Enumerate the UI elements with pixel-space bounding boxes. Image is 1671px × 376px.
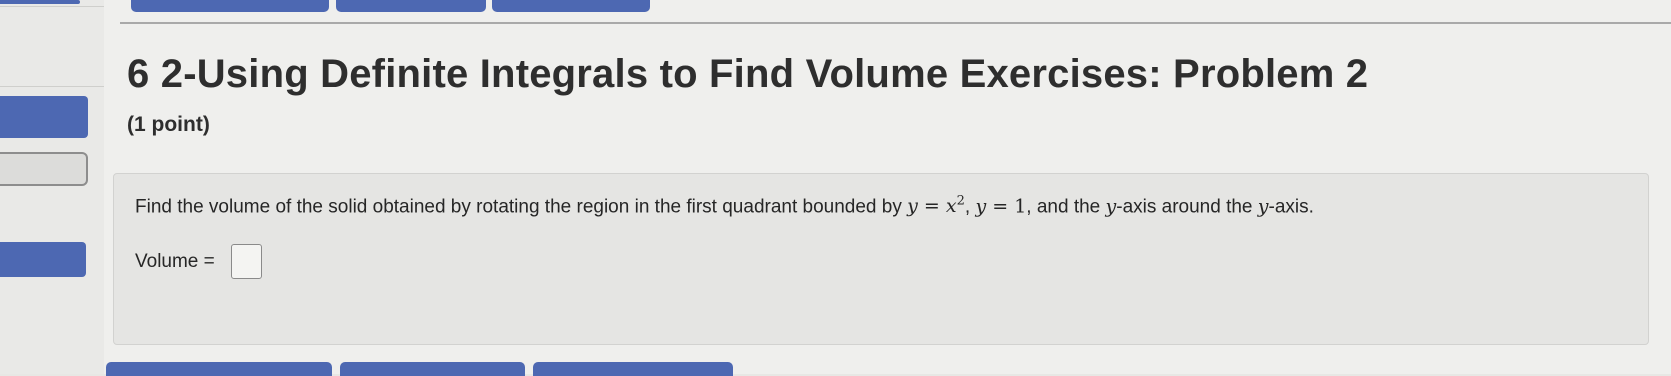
problem-statement: Find the volume of the solid obtained by…: [135, 194, 1314, 218]
statement-text: -axis.: [1268, 196, 1314, 218]
left-sidebar: [0, 0, 104, 374]
eq2-lhs: y: [975, 195, 987, 218]
point-value: (1 point): [127, 113, 210, 136]
statement-separator: ,: [964, 196, 976, 218]
nav-button-top-1[interactable]: [131, 0, 329, 12]
sidebar-divider: [0, 86, 104, 87]
sidebar-divider: [0, 6, 104, 7]
statement-text: Find the volume of the solid obtained by…: [135, 196, 908, 218]
eq1-rhs: x: [945, 195, 957, 218]
sidebar-button-top[interactable]: [0, 0, 80, 4]
equation-2: y = 1: [975, 195, 1027, 218]
axis-variable: y: [1257, 195, 1269, 218]
nav-button-top-3[interactable]: [492, 0, 650, 12]
header-border: [120, 22, 1671, 24]
equation-1: y = x2: [907, 194, 965, 218]
sidebar-button-1[interactable]: [0, 96, 88, 138]
answer-label: Volume =: [135, 251, 215, 272]
eq1-exponent: 2: [956, 194, 965, 209]
sidebar-button-2[interactable]: [0, 152, 88, 186]
statement-text: , and the: [1026, 196, 1106, 218]
eq2-rhs: 1: [1014, 195, 1027, 218]
sidebar-button-3[interactable]: [0, 242, 86, 277]
eq1-lhs: y: [907, 195, 918, 218]
volume-answer-input[interactable]: [231, 244, 262, 279]
statement-text: -axis around the: [1116, 196, 1258, 218]
nav-button-top-2[interactable]: [336, 0, 486, 12]
axis-variable: y: [1105, 195, 1117, 218]
page-title: 6 2-Using Definite Integrals to Find Vol…: [127, 52, 1369, 96]
